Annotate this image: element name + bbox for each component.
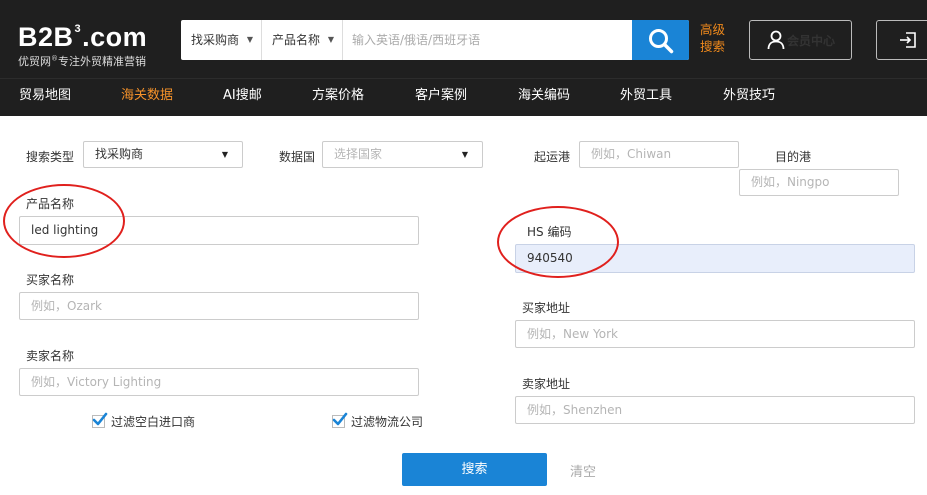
buyer-address-input[interactable]: 例如，New York (515, 320, 915, 348)
login-button[interactable] (876, 20, 927, 60)
main-nav: 贸易地图 海关数据 AI搜邮 方案价格 客户案例 海关编码 外贸工具 外贸技巧 (0, 78, 927, 116)
seller-name-label: 卖家名称 (26, 349, 75, 363)
caret-down-icon: ▼ (221, 150, 228, 159)
filter-blank-importers-checkbox[interactable]: 过滤空白进口商 (92, 412, 196, 430)
header-search-button[interactable] (632, 20, 689, 60)
checkmark-icon (332, 412, 348, 426)
nav-item-cases[interactable]: 客户案例 (415, 79, 467, 115)
search-field-select[interactable]: 产品名称 ▼ (262, 20, 343, 60)
dest-port-input[interactable]: 例如，Ningpo (739, 169, 899, 196)
login-icon (900, 32, 916, 48)
buyer-name-label: 买家名称 (26, 273, 75, 287)
site-header: B2B3.com 优贸网®专注外贸精准营销 找采购商▼ 产品名称▼ 高级 搜索 … (0, 0, 927, 78)
nav-item-trade-tips[interactable]: 外贸技巧 (723, 79, 775, 115)
data-country-placeholder: 选择国家 (334, 147, 383, 161)
logo-wordmark: B2B3.com (18, 22, 148, 52)
checkbox-box (332, 412, 348, 428)
caret-down-icon: ▼ (246, 35, 253, 44)
checkbox-box (92, 412, 108, 428)
search-type-value: 找采购商 (95, 147, 144, 161)
filter-logistics-checkbox[interactable]: 过滤物流公司 (332, 412, 424, 430)
origin-port-label: 起运港 (534, 150, 571, 164)
data-country-label: 数据国 (279, 150, 316, 164)
search-submit-button[interactable]: 搜索 (402, 453, 547, 486)
search-type-label: 搜索类型 (26, 150, 75, 164)
caret-down-icon: ▼ (461, 150, 468, 159)
header-search-input[interactable] (343, 20, 633, 60)
origin-port-input[interactable]: 例如，Chiwan (579, 141, 739, 168)
product-name-label: 产品名称 (26, 197, 75, 211)
nav-item-trade-tools[interactable]: 外贸工具 (620, 79, 672, 115)
buyer-address-label: 买家地址 (522, 301, 571, 315)
checkmark-icon (92, 412, 108, 426)
user-icon (767, 30, 785, 50)
header-search-box: 找采购商 ▼ 产品名称 ▼ (181, 20, 689, 60)
seller-address-input[interactable]: 例如，Shenzhen (515, 396, 915, 424)
nav-item-customs-data[interactable]: 海关数据 (121, 79, 173, 115)
member-center-label: 会员中心 (787, 34, 836, 48)
filter-logistics-label: 过滤物流公司 (351, 415, 424, 429)
advanced-search-link[interactable]: 高级 搜索 (700, 21, 730, 55)
site-logo[interactable]: B2B3.com 优贸网®专注外贸精准营销 (18, 14, 147, 69)
nav-item-ai-email[interactable]: AI搜邮 (223, 79, 262, 115)
hs-code-label: HS 编码 (527, 225, 572, 239)
search-type-select[interactable]: 找采购商 ▼ (181, 20, 262, 60)
member-center-button[interactable]: 会员中心 (749, 20, 852, 60)
clear-button[interactable]: 清空 (570, 461, 596, 480)
dest-port-label: 目的港 (775, 150, 812, 164)
caret-down-icon: ▼ (327, 35, 334, 44)
nav-item-trade-map[interactable]: 贸易地图 (19, 79, 71, 115)
buyer-name-input[interactable]: 例如，Ozark (19, 292, 419, 320)
search-type-dropdown[interactable]: 找采购商 ▼ (83, 141, 243, 168)
advanced-search-line2: 搜索 (700, 39, 726, 54)
seller-name-input[interactable]: 例如，Victory Lighting (19, 368, 419, 396)
hs-code-input[interactable]: 940540 (515, 244, 915, 273)
seller-address-label: 卖家地址 (522, 377, 571, 391)
nav-item-pricing[interactable]: 方案价格 (312, 79, 364, 115)
nav-item-hs-code[interactable]: 海关编码 (518, 79, 570, 115)
data-country-dropdown[interactable]: 选择国家 ▼ (322, 141, 483, 168)
filter-blank-importers-label: 过滤空白进口商 (111, 415, 196, 429)
customs-search-form: 搜索类型 找采购商 ▼ 数据国 选择国家 ▼ 起运港 例如，Chiwan 目的港 例… (0, 116, 927, 495)
magnifier-icon (649, 29, 674, 54)
advanced-search-line1: 高级 (700, 22, 726, 37)
logo-tagline: 优贸网®专注外贸精准营销 (18, 54, 146, 68)
product-name-input[interactable]: led lighting (19, 216, 419, 245)
